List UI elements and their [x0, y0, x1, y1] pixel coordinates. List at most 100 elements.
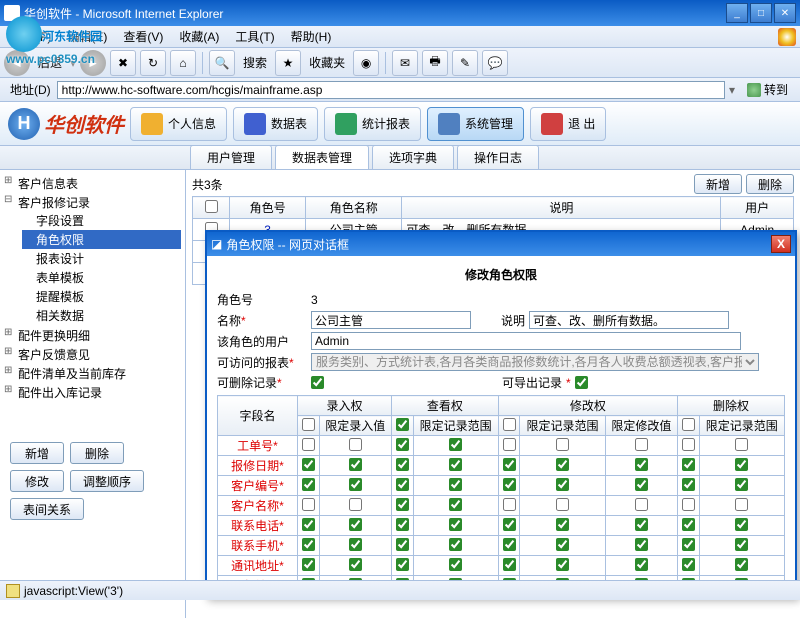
menu-view[interactable]: 查看(V)	[115, 28, 171, 45]
minimize-button[interactable]: _	[726, 3, 748, 23]
perm-check[interactable]	[635, 498, 648, 511]
search-icon[interactable]: 🔍	[209, 50, 235, 76]
perm-check[interactable]	[556, 518, 569, 531]
close-button[interactable]: ✕	[774, 3, 796, 23]
hdr-ck[interactable]	[682, 418, 695, 431]
perm-check[interactable]	[396, 518, 409, 531]
tree-item[interactable]: 配件更换明细	[4, 326, 181, 345]
tree-item[interactable]: 提醒模板	[22, 287, 181, 306]
print-button[interactable]: 🖶	[422, 50, 448, 76]
perm-check[interactable]	[503, 498, 516, 511]
perm-check[interactable]	[349, 518, 362, 531]
perm-check[interactable]	[635, 478, 648, 491]
hdr-ck[interactable]	[396, 418, 409, 431]
perm-check[interactable]	[682, 538, 695, 551]
back-button[interactable]: ◄	[4, 50, 30, 76]
go-button[interactable]: 转到	[739, 81, 796, 98]
perm-check[interactable]	[735, 438, 748, 451]
sidebar-btn-修改[interactable]: 修改	[10, 470, 64, 492]
perm-check[interactable]	[735, 458, 748, 471]
hdr-ck[interactable]	[503, 418, 516, 431]
del-checkbox[interactable]	[311, 376, 324, 389]
tree-item[interactable]: 相关数据	[22, 306, 181, 325]
perm-check[interactable]	[503, 438, 516, 451]
nav-个人信息[interactable]: 个人信息	[130, 107, 227, 141]
address-input[interactable]	[57, 81, 725, 99]
stop-button[interactable]: ✖	[110, 50, 136, 76]
perm-check[interactable]	[302, 518, 315, 531]
tree-item[interactable]: 客户信息表	[4, 174, 181, 193]
perm-check[interactable]	[682, 518, 695, 531]
home-button[interactable]: ⌂	[170, 50, 196, 76]
perm-check[interactable]	[449, 538, 462, 551]
address-dropdown[interactable]: ▾	[725, 83, 739, 97]
desc-input[interactable]	[529, 311, 729, 329]
subtab-3[interactable]: 操作日志	[457, 145, 539, 169]
perm-check[interactable]	[349, 478, 362, 491]
perm-check[interactable]	[556, 458, 569, 471]
maximize-button[interactable]: □	[750, 3, 772, 23]
subtab-2[interactable]: 选项字典	[372, 145, 454, 169]
tree-item[interactable]: 字段设置	[22, 211, 181, 230]
perm-check[interactable]	[302, 458, 315, 471]
perm-check[interactable]	[396, 438, 409, 451]
sidebar-btn-新增[interactable]: 新增	[10, 442, 64, 464]
perm-check[interactable]	[635, 518, 648, 531]
user-input[interactable]	[311, 332, 741, 350]
perm-check[interactable]	[302, 478, 315, 491]
perm-check[interactable]	[396, 478, 409, 491]
name-input[interactable]	[311, 311, 471, 329]
edit-button[interactable]: ✎	[452, 50, 478, 76]
perm-check[interactable]	[635, 558, 648, 571]
mail-button[interactable]: ✉	[392, 50, 418, 76]
perm-check[interactable]	[503, 478, 516, 491]
perm-check[interactable]	[349, 458, 362, 471]
nav-系统管理[interactable]: 系统管理	[427, 107, 524, 141]
tree-item[interactable]: 表单模板	[22, 268, 181, 287]
perm-check[interactable]	[449, 558, 462, 571]
menu-help[interactable]: 帮助(H)	[283, 28, 340, 45]
perm-check[interactable]	[682, 438, 695, 451]
perm-check[interactable]	[556, 558, 569, 571]
perm-check[interactable]	[396, 498, 409, 511]
dialog-close-button[interactable]: X	[771, 235, 791, 253]
tree-item[interactable]: 配件出入库记录	[4, 383, 181, 402]
subtab-1[interactable]: 数据表管理	[275, 145, 369, 169]
perm-check[interactable]	[449, 498, 462, 511]
favorites-icon[interactable]: ★	[275, 50, 301, 76]
perm-check[interactable]	[635, 458, 648, 471]
nav-数据表[interactable]: 数据表	[233, 107, 318, 141]
perm-check[interactable]	[302, 498, 315, 511]
select-all[interactable]	[205, 200, 218, 213]
exp-checkbox[interactable]	[575, 376, 588, 389]
perm-check[interactable]	[735, 478, 748, 491]
perm-check[interactable]	[503, 538, 516, 551]
forward-button[interactable]: ►	[80, 50, 106, 76]
nav-统计报表[interactable]: 统计报表	[324, 107, 421, 141]
perm-check[interactable]	[302, 538, 315, 551]
perm-check[interactable]	[349, 558, 362, 571]
menu-tools[interactable]: 工具(T)	[227, 28, 282, 45]
tree-item[interactable]: 配件清单及当前库存	[4, 364, 181, 383]
perm-check[interactable]	[396, 558, 409, 571]
perm-check[interactable]	[349, 538, 362, 551]
perm-check[interactable]	[735, 538, 748, 551]
perm-check[interactable]	[449, 518, 462, 531]
perm-check[interactable]	[556, 538, 569, 551]
refresh-button[interactable]: ↻	[140, 50, 166, 76]
perm-check[interactable]	[503, 458, 516, 471]
discuss-button[interactable]: 💬	[482, 50, 508, 76]
menu-fav[interactable]: 收藏(A)	[171, 28, 227, 45]
nav-退 出[interactable]: 退 出	[530, 107, 606, 141]
perm-check[interactable]	[735, 518, 748, 531]
sidebar-btn-表间关系[interactable]: 表间关系	[10, 498, 84, 520]
hdr-ck[interactable]	[302, 418, 315, 431]
perm-check[interactable]	[349, 498, 362, 511]
perm-check[interactable]	[396, 458, 409, 471]
perm-check[interactable]	[635, 438, 648, 451]
perm-check[interactable]	[302, 438, 315, 451]
perm-check[interactable]	[556, 438, 569, 451]
perm-check[interactable]	[635, 538, 648, 551]
report-select[interactable]: 服务类别、方式统计表,各月各类商品报修数统计,各月各人收费总额透视表,客户报修时…	[311, 353, 759, 371]
perm-check[interactable]	[556, 478, 569, 491]
